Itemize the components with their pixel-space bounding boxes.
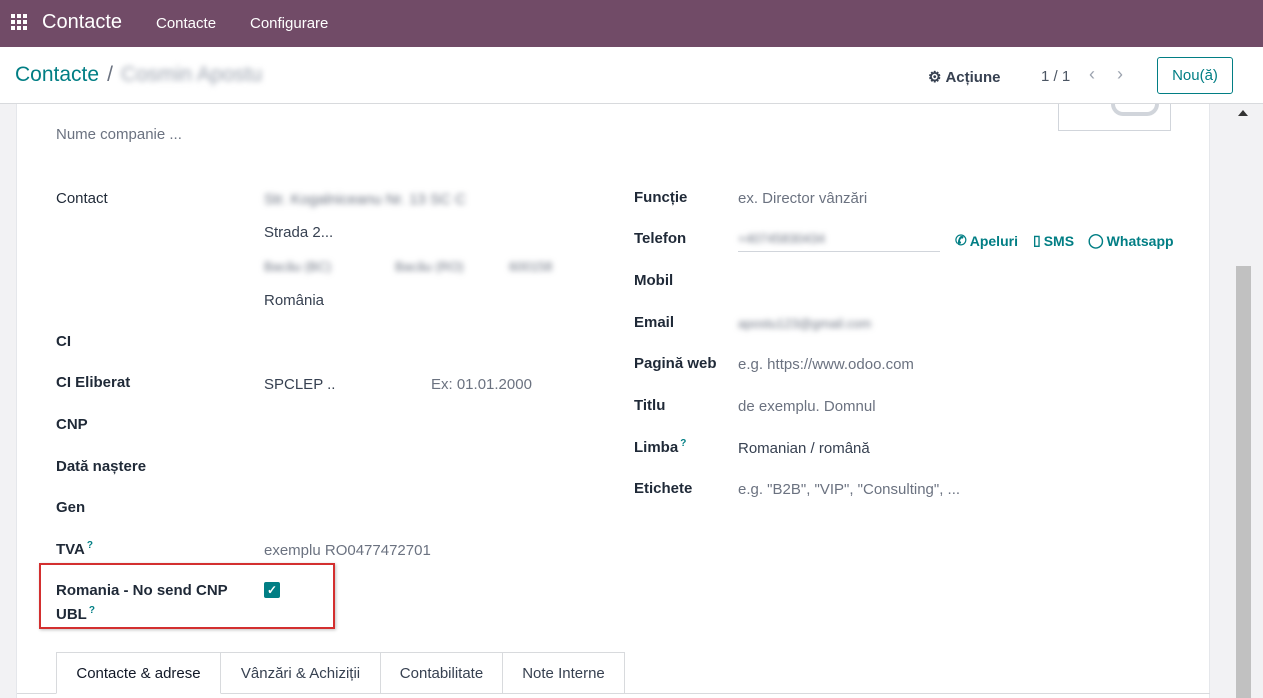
vat-label: TVA? (56, 540, 93, 558)
website-label: Pagină web (634, 355, 717, 372)
tags-input[interactable]: e.g. "B2B", "VIP", "Consulting", ... (738, 481, 960, 498)
address-street-input[interactable]: Str. Kogalniceanu Nr. 13 SC C (264, 191, 466, 208)
scroll-up-arrow-icon[interactable] (1238, 110, 1248, 116)
title-label: Titlu (634, 397, 666, 414)
chevron-left-icon[interactable]: ‹ (1089, 64, 1095, 85)
avatar-placeholder-icon (1111, 104, 1159, 116)
phone-input-underline (738, 251, 940, 252)
email-label: Email (634, 314, 675, 331)
mobile-label: Mobil (634, 272, 674, 289)
highlight-annotation-box (39, 563, 335, 629)
function-label: Funcție (634, 189, 688, 206)
tab-contacts-addresses[interactable]: Contacte & adrese (56, 652, 221, 694)
pager-value[interactable]: 1 / 1 (1041, 68, 1070, 85)
ci-eliberat-label: CI Eliberat (56, 374, 131, 391)
breadcrumb-current: Cosmin Apostu (120, 63, 263, 86)
language-label: Limba? (634, 438, 686, 456)
help-tooltip-icon[interactable]: ? (87, 540, 93, 551)
scroll-thumb[interactable] (1236, 266, 1251, 698)
title-input[interactable]: de exemplu. Domnul (738, 398, 876, 415)
vat-input[interactable]: exemplu RO0477472701 (264, 542, 431, 559)
whatsapp-button[interactable]: ◯ Whatsapp (1088, 232, 1174, 249)
sms-label: SMS (1043, 232, 1075, 249)
address-street2-input[interactable]: Strada 2... (264, 224, 333, 241)
function-input[interactable]: ex. Director vânzări (738, 190, 867, 207)
ci-eliberat-input[interactable]: SPCLEP .. (264, 376, 335, 393)
address-city-input[interactable]: Bacău (BC) (264, 259, 331, 274)
apps-grid-icon[interactable] (11, 14, 27, 30)
breadcrumb: Contacte / Cosmin Apostu (15, 63, 262, 87)
language-label-text: Limba (634, 439, 679, 456)
app-title[interactable]: Contacte (42, 11, 122, 34)
action-label: Acțiune (945, 68, 1001, 86)
notebook-tabs: Contacte & adrese Vânzări & Achiziții Co… (56, 652, 625, 694)
phone-icon: ✆ (955, 232, 967, 248)
menu-configurare[interactable]: Configurare (250, 15, 328, 32)
gender-label: Gen (56, 499, 86, 516)
menu-contacte[interactable]: Contacte (156, 15, 216, 32)
company-name-input[interactable]: Nume companie ... (56, 126, 182, 143)
ci-label: CI (56, 333, 71, 350)
phone-input[interactable]: +40745830434 (738, 231, 825, 246)
language-select[interactable]: Romanian / română (738, 440, 870, 457)
breadcrumb-separator: / (107, 63, 113, 86)
vat-label-text: TVA (56, 541, 85, 558)
breadcrumb-root[interactable]: Contacte (15, 63, 99, 87)
call-label: Apeluri (969, 232, 1018, 249)
phone-label: Telefon (634, 230, 687, 247)
tab-accounting[interactable]: Contabilitate (381, 652, 503, 694)
help-tooltip-icon[interactable]: ? (680, 438, 686, 449)
mobile-icon: ▯ (1033, 232, 1041, 248)
ci-date-input[interactable]: Ex: 01.01.2000 (431, 376, 532, 393)
call-button[interactable]: ✆ Apeluri (955, 232, 1018, 249)
top-navbar: Contacte Contacte Configurare (0, 0, 1263, 47)
whatsapp-label: Whatsapp (1106, 232, 1174, 249)
address-state-input[interactable]: Bacău (RO) (395, 259, 464, 274)
website-input[interactable]: e.g. https://www.odoo.com (738, 356, 914, 373)
cnp-label: CNP (56, 416, 88, 433)
control-panel: Contacte / Cosmin Apostu ⚙ Acțiune 1 / 1… (0, 47, 1263, 104)
tab-internal-notes[interactable]: Note Interne (503, 652, 625, 694)
address-zip-input[interactable]: 600158 (509, 259, 552, 274)
email-input[interactable]: apostu123@gmail.com (738, 316, 871, 331)
gear-icon: ⚙ (928, 69, 942, 86)
action-button[interactable]: ⚙ Acțiune (928, 68, 1001, 87)
address-country-input[interactable]: România (264, 292, 324, 309)
contact-label: Contact (56, 190, 108, 207)
tab-sales-purchases[interactable]: Vânzări & Achiziții (221, 652, 381, 694)
chevron-right-icon[interactable]: › (1117, 64, 1123, 85)
birth-date-label: Dată naștere (56, 458, 147, 475)
sms-button[interactable]: ▯ SMS (1033, 232, 1074, 249)
tags-label: Etichete (634, 480, 693, 497)
whatsapp-icon: ◯ (1088, 232, 1104, 248)
new-button[interactable]: Nou(ă) (1157, 57, 1233, 94)
